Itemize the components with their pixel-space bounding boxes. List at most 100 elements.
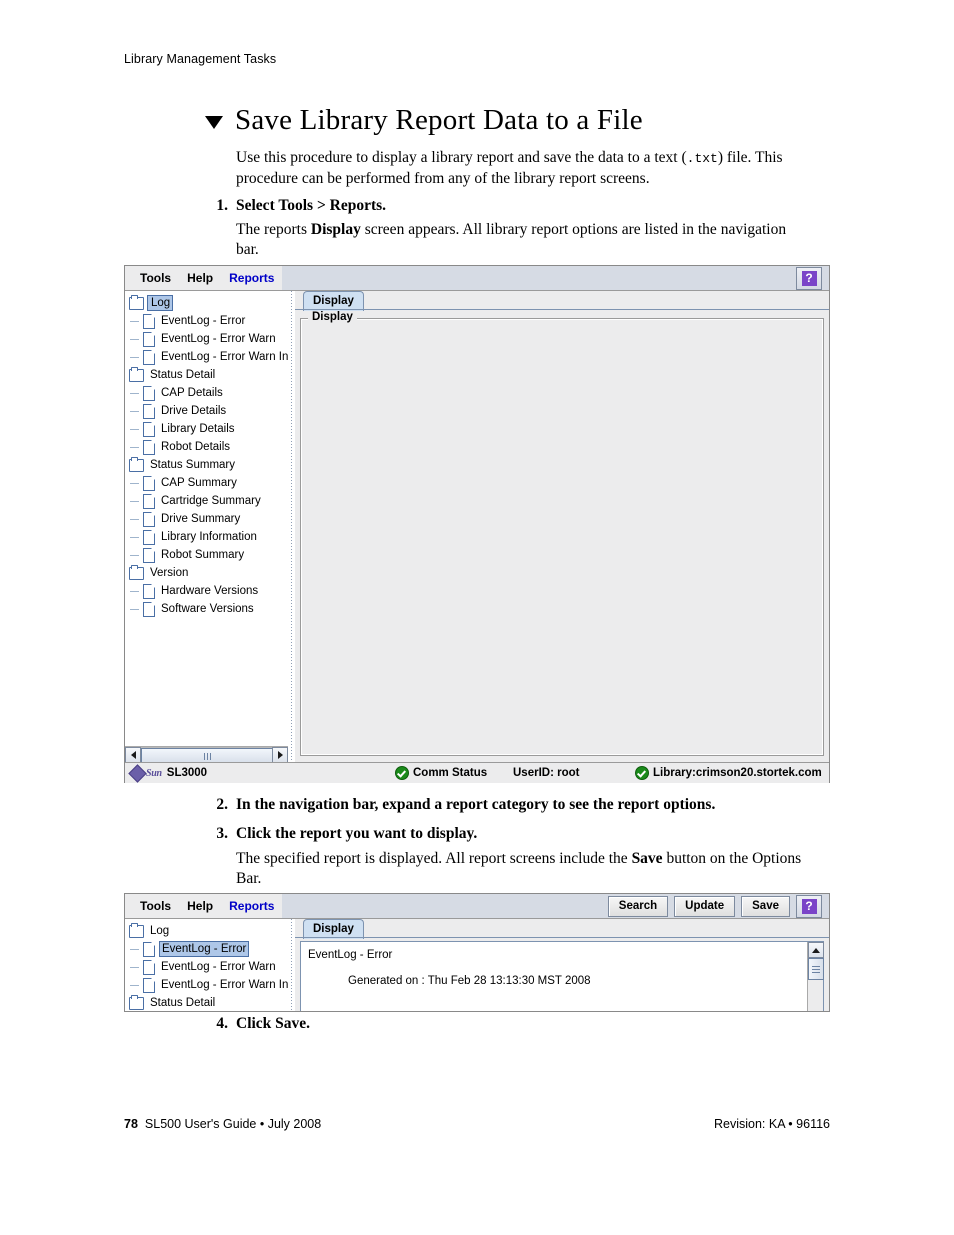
- tree-elbow-line: [130, 411, 139, 412]
- scroll-up-arrow-icon[interactable]: [808, 942, 824, 958]
- tree-item[interactable]: EventLog - Error: [129, 312, 288, 330]
- shot2-menubar-filler: [282, 894, 608, 918]
- tree-item-label: Version: [150, 567, 189, 579]
- tree-item-label: Status Detail: [150, 997, 216, 1009]
- navigation-bar[interactable]: Log EventLog - Error EventLog - Error Warn…: [125, 919, 288, 1011]
- panel-splitter[interactable]: [288, 291, 295, 762]
- report-text-area[interactable]: EventLog - Error Generated on : Thu Feb …: [304, 945, 804, 1009]
- shot2-menu-group: Tools Help Reports: [125, 894, 283, 919]
- tree-elbow-line: [130, 483, 139, 484]
- report-tree[interactable]: Log EventLog - Error EventLog - Error Warn…: [125, 919, 288, 1011]
- step-3-body: The specified report is displayed. All r…: [236, 849, 806, 888]
- menu-tools[interactable]: Tools: [132, 894, 179, 919]
- tree-item-label: Library Details: [161, 423, 235, 435]
- tree-item[interactable]: Hardware Versions: [129, 582, 288, 600]
- tree-item[interactable]: Software Versions: [129, 600, 288, 618]
- tab-display[interactable]: Display: [303, 919, 364, 939]
- menu-tools[interactable]: Tools: [132, 266, 179, 291]
- tree-item[interactable]: Library Information: [129, 528, 288, 546]
- tree-item-label: Log: [147, 295, 174, 311]
- step-3: 3. Click the report you want to display.: [206, 824, 846, 844]
- folder-icon: [129, 564, 144, 580]
- tree-folder[interactable]: Version: [129, 564, 288, 582]
- tree-elbow-line: [130, 985, 139, 986]
- tree-elbow-line: [130, 321, 139, 322]
- library-status: Library:crimson20.stortek.com: [635, 766, 822, 780]
- footer-guide: SL500 User's Guide • July 2008: [144, 1117, 322, 1131]
- tree-item-label: Drive Summary: [161, 513, 241, 525]
- tree-item-label: Library Information: [161, 531, 257, 543]
- menu-reports[interactable]: Reports: [221, 266, 282, 291]
- shot1-menubar: Tools Help Reports ?: [125, 266, 829, 291]
- navigation-bar[interactable]: Log EventLog - Error EventLog - Error Warn…: [125, 291, 288, 762]
- tree-item[interactable]: CAP Summary: [129, 474, 288, 492]
- document-icon: [143, 583, 155, 599]
- intro-paragraph: Use this procedure to display a library …: [236, 148, 836, 188]
- tree-item-label: Robot Summary: [161, 549, 245, 561]
- tree-elbow-line: [130, 501, 139, 502]
- help-button[interactable]: ?: [796, 266, 822, 290]
- step-1: 1. Select Tools > Reports.: [206, 196, 826, 216]
- tree-item[interactable]: EventLog - Error Warn Inf: [129, 976, 288, 994]
- tree-item[interactable]: EventLog - Error Warn: [129, 958, 288, 976]
- tree-elbow-line: [130, 609, 139, 610]
- scroll-left-arrow-icon[interactable]: [125, 746, 141, 762]
- step-2-label: In the navigation bar, expand a report c…: [236, 796, 716, 813]
- report-vertical-scrollbar[interactable]: [807, 942, 824, 1011]
- save-button[interactable]: Save: [741, 895, 790, 917]
- tree-item[interactable]: Drive Summary: [129, 510, 288, 528]
- folder-icon: [129, 922, 144, 938]
- user-id: UserID: root: [513, 767, 580, 779]
- tree-item[interactable]: Robot Summary: [129, 546, 288, 564]
- step-3-number: 3.: [216, 825, 228, 842]
- tree-horizontal-scrollbar[interactable]: [125, 746, 288, 762]
- tree-folder[interactable]: Status Summary: [129, 456, 288, 474]
- tree-item[interactable]: Cartridge Summary: [129, 492, 288, 510]
- tree-item[interactable]: EventLog - Error Warn: [129, 330, 288, 348]
- tree-item[interactable]: Robot Details: [129, 438, 288, 456]
- tree-folder[interactable]: Status Detail: [129, 366, 288, 384]
- menu-help[interactable]: Help: [179, 894, 221, 919]
- scroll-right-arrow-icon[interactable]: [272, 746, 288, 762]
- document-icon: [143, 313, 155, 329]
- tree-folder[interactable]: Status Detail: [129, 994, 288, 1011]
- tree-item-label: Software Versions: [161, 603, 254, 615]
- tree-item-label: CAP Details: [161, 387, 223, 399]
- tree-item[interactable]: EventLog - Error: [129, 940, 288, 958]
- update-button[interactable]: Update: [674, 895, 736, 917]
- scroll-track[interactable]: [141, 747, 274, 762]
- tab-strip: Display: [295, 291, 829, 311]
- document-icon: [143, 601, 155, 617]
- footer-page-number: 78: [124, 1117, 138, 1131]
- page-title-text: Save Library Report Data to a File: [235, 104, 643, 136]
- tree-item[interactable]: EventLog - Error Warn Inf: [129, 348, 288, 366]
- document-icon: [143, 547, 155, 563]
- tree-folder[interactable]: Log: [129, 922, 288, 940]
- tree-item-label: EventLog - Error Warn Inf: [161, 351, 288, 363]
- tree-item[interactable]: CAP Details: [129, 384, 288, 402]
- shot1-status-bar: Sun SL3000 Comm Status UserID: root Libr…: [125, 762, 829, 783]
- menu-help[interactable]: Help: [179, 266, 221, 291]
- scroll-thumb[interactable]: [141, 748, 274, 762]
- step-1-body-bold: Display: [310, 221, 361, 238]
- menu-reports[interactable]: Reports: [221, 894, 282, 919]
- search-button[interactable]: Search: [607, 895, 669, 917]
- tree-folder[interactable]: Log: [129, 294, 288, 312]
- report-heading: EventLog - Error: [308, 949, 393, 961]
- intro-text-a: Use this procedure to display a library …: [236, 149, 687, 166]
- display-panel: Display Display: [295, 291, 829, 762]
- tree-item[interactable]: Drive Details: [129, 402, 288, 420]
- panel-splitter[interactable]: [288, 919, 295, 1011]
- section-triangle-icon: [205, 116, 223, 129]
- help-button[interactable]: ?: [796, 894, 822, 918]
- scroll-thumb[interactable]: [808, 958, 824, 980]
- document-icon: [143, 941, 155, 957]
- tree-elbow-line: [130, 555, 139, 556]
- report-tree[interactable]: Log EventLog - Error EventLog - Error Warn…: [125, 291, 288, 618]
- step-1-body: The reports Display screen appears. All …: [236, 220, 796, 259]
- document-icon: [143, 349, 155, 365]
- document-page: Library Management Tasks Save Library Re…: [0, 0, 954, 1235]
- tree-elbow-line: [130, 591, 139, 592]
- tab-display[interactable]: Display: [303, 291, 364, 311]
- tree-item[interactable]: Library Details: [129, 420, 288, 438]
